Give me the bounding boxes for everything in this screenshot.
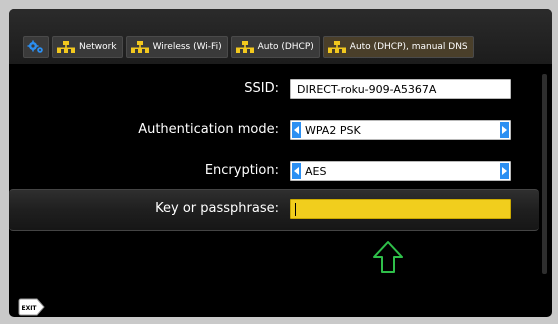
encryption-selector[interactable]: AES [290, 161, 511, 181]
encryption-row: Encryption: AES [9, 161, 539, 183]
encryption-value: AES [305, 165, 327, 178]
top-bar: Network Wireless (Wi-Fi) Auto (DHCP) Aut… [9, 9, 552, 64]
breadcrumb-network[interactable]: Network [52, 36, 123, 58]
left-arrow-icon[interactable] [292, 122, 301, 138]
network-icon [57, 41, 75, 53]
passphrase-row: Key or passphrase: [9, 199, 539, 221]
text-cursor [295, 203, 296, 216]
left-arrow-icon[interactable] [292, 163, 301, 179]
network-icon [235, 41, 254, 53]
network-form: SSID: DIRECT-roku-909-A5367A Authenticat… [9, 64, 552, 317]
tv-screen: Network Wireless (Wi-Fi) Auto (DHCP) Aut… [9, 9, 552, 317]
breadcrumb-label: Wireless (Wi-Fi) [152, 42, 222, 52]
breadcrumb-label: Network [79, 42, 117, 52]
ssid-label: SSID: [244, 81, 279, 96]
breadcrumb-manual-dns[interactable]: Auto (DHCP), manual DNS [322, 36, 474, 58]
exit-label: EXIT [21, 305, 37, 312]
up-arrow-icon [373, 241, 403, 273]
exit-button[interactable]: EXIT [18, 297, 46, 317]
breadcrumb-wireless[interactable]: Wireless (Wi-Fi) [125, 36, 228, 58]
auth-mode-row: Authentication mode: WPA2 PSK [9, 120, 539, 142]
right-arrow-icon[interactable] [500, 122, 509, 138]
ssid-value: DIRECT-roku-909-A5367A [297, 83, 437, 96]
breadcrumb-auto-dhcp[interactable]: Auto (DHCP) [230, 36, 320, 58]
encryption-label: Encryption: [204, 163, 279, 178]
auth-mode-value: WPA2 PSK [305, 124, 361, 137]
breadcrumb: Network Wireless (Wi-Fi) Auto (DHCP) Aut… [23, 36, 477, 58]
network-icon [130, 41, 149, 53]
network-icon [327, 41, 346, 53]
settings-crumb[interactable] [23, 36, 49, 58]
scrollbar[interactable] [542, 74, 547, 274]
breadcrumb-label: Auto (DHCP), manual DNS [349, 42, 468, 52]
ssid-field[interactable]: DIRECT-roku-909-A5367A [290, 79, 511, 99]
right-arrow-icon[interactable] [500, 163, 509, 179]
auth-mode-label: Authentication mode: [138, 122, 279, 137]
gear-icon [27, 40, 43, 53]
passphrase-label: Key or passphrase: [155, 201, 279, 216]
auth-mode-selector[interactable]: WPA2 PSK [290, 120, 511, 140]
passphrase-input[interactable] [290, 199, 511, 219]
ssid-row: SSID: DIRECT-roku-909-A5367A [9, 79, 539, 101]
breadcrumb-label: Auto (DHCP) [257, 42, 314, 52]
